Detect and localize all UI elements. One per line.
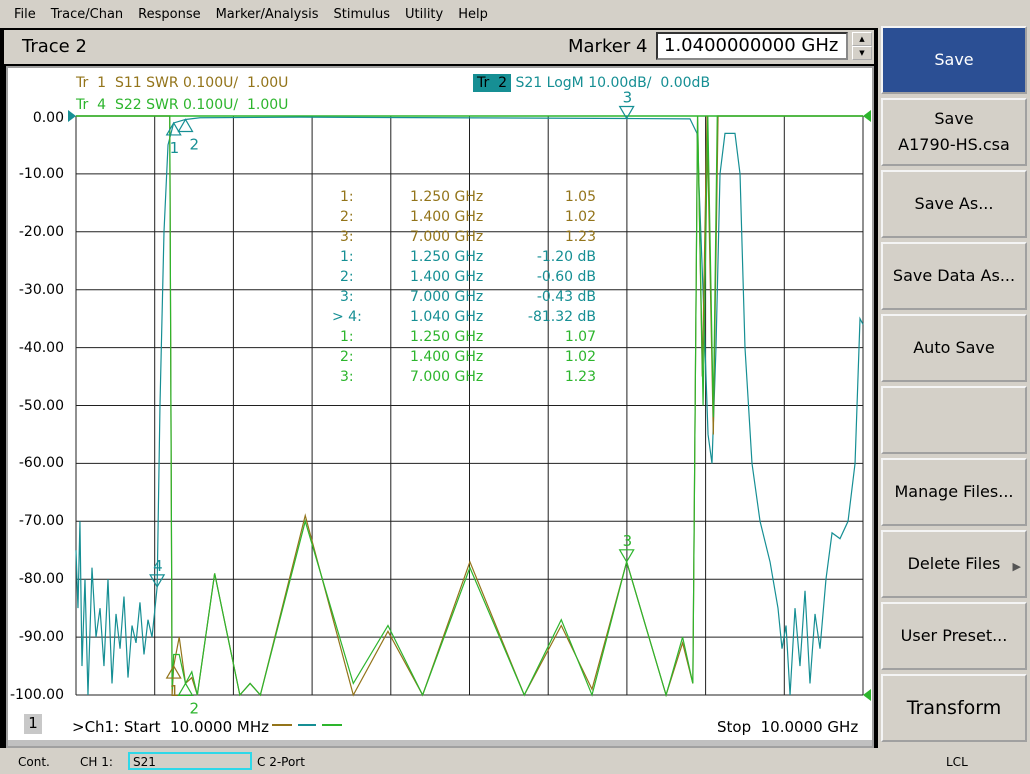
marker-table-val: -81.32 dB xyxy=(527,309,596,325)
softkey-label: Save xyxy=(934,50,974,69)
softkey-label: Delete Files xyxy=(907,554,1001,573)
softkey-save-as[interactable]: Save As... xyxy=(881,170,1027,238)
reference-right-bottom-arrow-icon xyxy=(863,689,871,701)
marker-table-val: 1.23 xyxy=(564,229,596,245)
marker-table-val: 1.23 xyxy=(564,369,596,385)
softkey-save[interactable]: Save A1790-HS.csa xyxy=(881,98,1027,166)
trace-legend-lines xyxy=(272,724,342,726)
start-frequency[interactable]: >Ch1: Start 10.0000 MHz xyxy=(72,718,269,736)
marker-table-num: 1: xyxy=(340,329,354,345)
softkey-label: User Preset... xyxy=(900,626,1008,645)
marker-2-s22-icon xyxy=(177,682,194,697)
softkey-label: Auto Save xyxy=(913,338,995,357)
softkey-label: Transform xyxy=(906,697,1002,719)
marker-table-num: 3: xyxy=(340,289,354,305)
softkey-label: Save As... xyxy=(914,194,994,213)
chart-svg: 1 234312 xyxy=(68,88,871,717)
marker-1-label: 1 xyxy=(170,682,180,700)
marker-2-label: 2 xyxy=(190,699,200,717)
marker-table-freq: 1.250 GHz xyxy=(410,189,484,205)
softkey-delete-files[interactable]: Delete Files ▶ xyxy=(881,530,1027,598)
marker-table-num: 1: xyxy=(340,249,354,265)
marker-2-label: 2 xyxy=(190,135,200,153)
channel-label: CH 1: xyxy=(80,755,113,769)
channel-number: 1 xyxy=(24,714,42,734)
cal-status: C 2-Port xyxy=(257,755,305,769)
softkey-sublabel: A1790-HS.csa xyxy=(898,135,1010,154)
marker-table-num: 2: xyxy=(340,349,354,365)
softkey-label: Save xyxy=(934,109,974,128)
marker-table-freq: 7.000 GHz xyxy=(410,229,484,245)
marker-table-val: -1.20 dB xyxy=(536,249,596,265)
marker-table-num: 1: xyxy=(340,189,354,205)
marker-3-label: 3 xyxy=(623,532,633,550)
marker-table-num: > 4: xyxy=(332,309,362,325)
softkey-save-data-as[interactable]: Save Data As... xyxy=(881,242,1027,310)
marker-1-label: 1 xyxy=(170,139,180,157)
reference-right-arrow-icon xyxy=(863,110,871,122)
marker-table-val: 1.05 xyxy=(564,189,596,205)
marker-table-freq: 1.400 GHz xyxy=(410,269,484,285)
marker-table-val: -0.43 dB xyxy=(536,289,596,305)
active-parameter[interactable]: S21 xyxy=(128,752,252,770)
status-bar: Cont. CH 1: S21 C 2-Port LCL xyxy=(0,748,1030,774)
softkey-auto-save[interactable]: Auto Save xyxy=(881,314,1027,382)
reference-left-arrow-icon xyxy=(68,110,76,122)
marker-table-freq: 1.400 GHz xyxy=(410,349,484,365)
marker-table-num: 3: xyxy=(340,229,354,245)
marker-table-num: 2: xyxy=(340,269,354,285)
marker-table-freq: 1.400 GHz xyxy=(410,209,484,225)
marker-3-label: 3 xyxy=(623,88,633,106)
marker-table-freq: 7.000 GHz xyxy=(410,369,484,385)
stop-frequency[interactable]: Stop 10.0000 GHz xyxy=(717,718,858,736)
marker-table-num: 2: xyxy=(340,209,354,225)
softkey-user-preset[interactable]: User Preset... xyxy=(881,602,1027,670)
marker-table-freq: 7.000 GHz xyxy=(410,289,484,305)
submenu-arrow-icon: ▶ xyxy=(1012,560,1021,573)
softkey-blank[interactable] xyxy=(881,386,1027,454)
softkey-label: Save Data As... xyxy=(892,266,1016,285)
softkey-save[interactable]: Save xyxy=(881,26,1027,94)
marker-4-label: 4 xyxy=(153,557,163,575)
softkey-manage-files[interactable]: Manage Files... xyxy=(881,458,1027,526)
marker-table-freq: 1.250 GHz xyxy=(410,329,484,345)
marker-table-freq: 1.250 GHz xyxy=(410,249,484,265)
marker-table-val: -0.60 dB xyxy=(536,269,596,285)
softkey-transform[interactable]: Transform xyxy=(881,674,1027,742)
marker-table-num: 3: xyxy=(340,369,354,385)
softkey-label: Manage Files... xyxy=(894,482,1014,501)
marker-table-val: 1.02 xyxy=(564,349,596,365)
marker-table-val: 1.02 xyxy=(564,209,596,225)
remote-status: LCL xyxy=(946,755,968,769)
sweep-mode: Cont. xyxy=(18,755,50,769)
marker-table-val: 1.07 xyxy=(564,329,596,345)
marker-table-freq: 1.040 GHz xyxy=(410,309,484,325)
